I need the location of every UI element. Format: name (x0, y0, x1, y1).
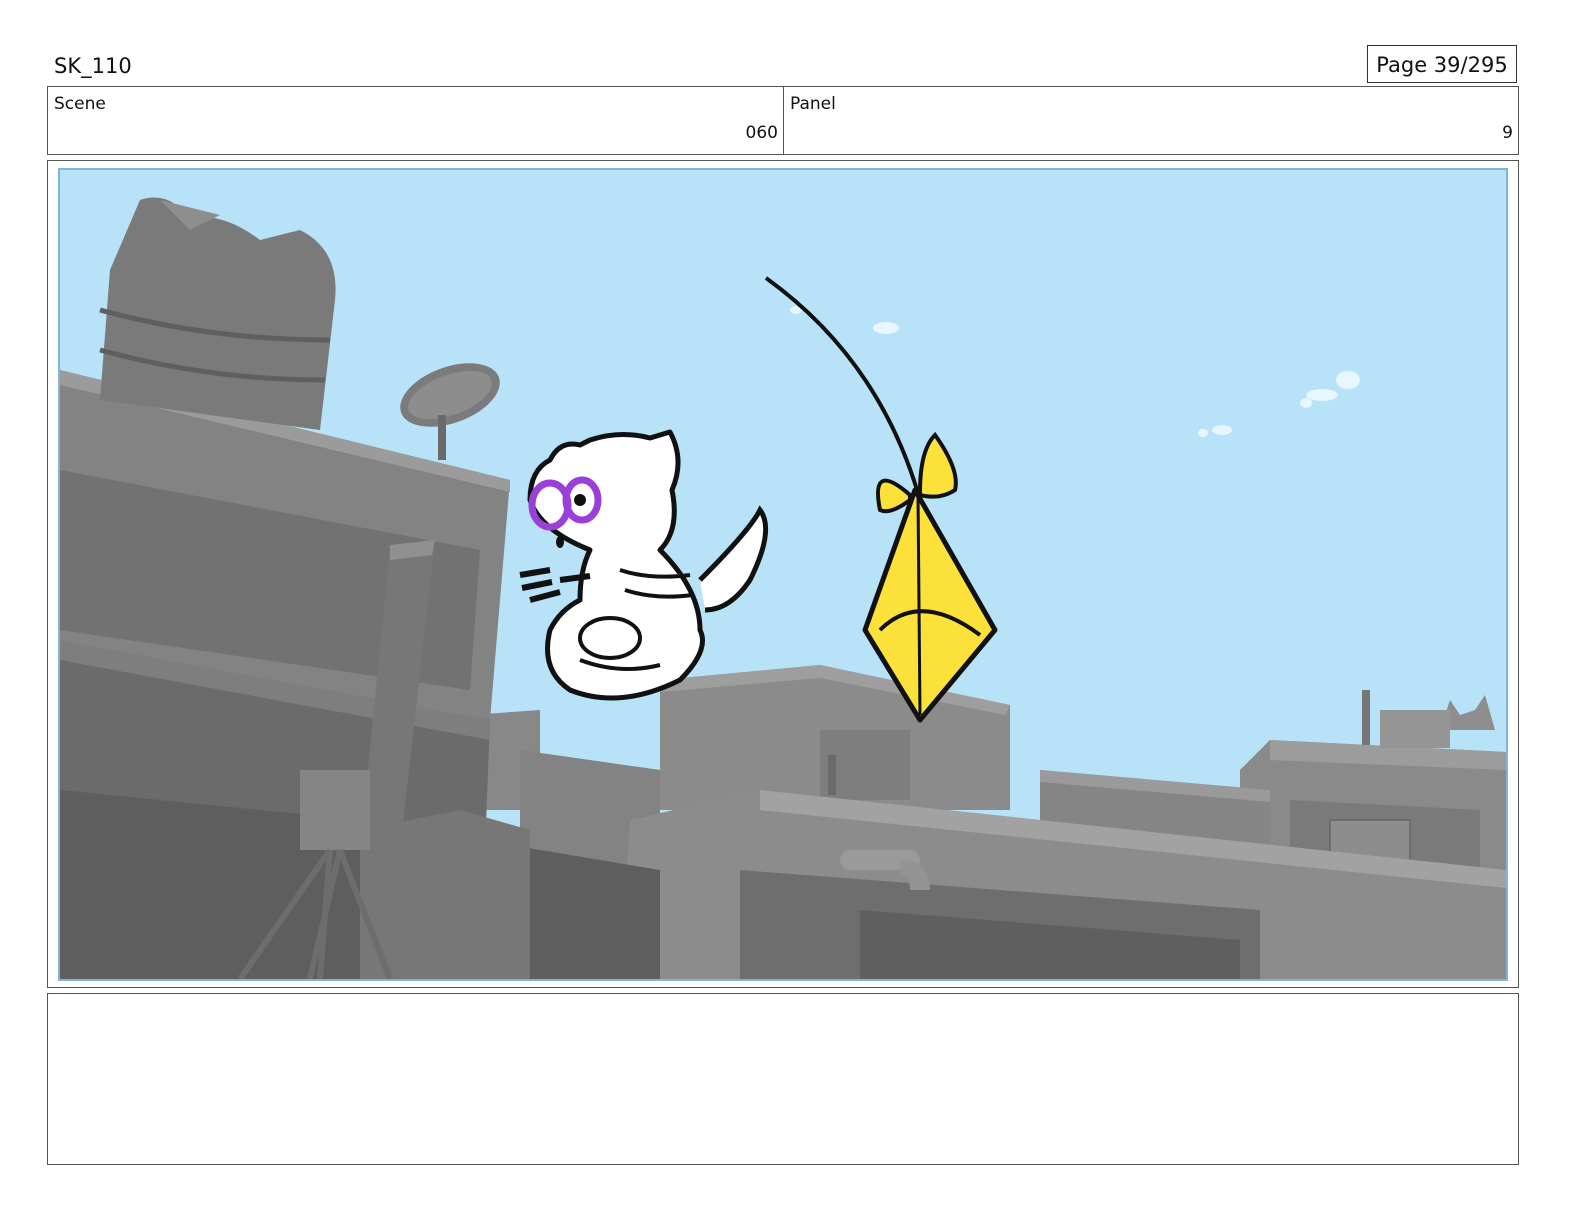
sheet-title: SK_110 (54, 54, 132, 78)
storyboard-artwork (60, 170, 1506, 979)
page-indicator: Page 39/295 (1367, 45, 1517, 83)
panel-cell: Panel 9 (784, 87, 1518, 154)
storyboard-frame (58, 168, 1508, 981)
scene-panel-info: Scene 060 Panel 9 (47, 86, 1519, 155)
scene-number: 060 (745, 123, 778, 143)
panel-label: Panel (790, 94, 836, 114)
panel-number: 9 (1502, 123, 1513, 143)
cat-water-tank (99, 197, 336, 430)
scene-label: Scene (54, 94, 106, 114)
scene-cell: Scene 060 (48, 87, 784, 154)
notes-box (47, 993, 1519, 1165)
